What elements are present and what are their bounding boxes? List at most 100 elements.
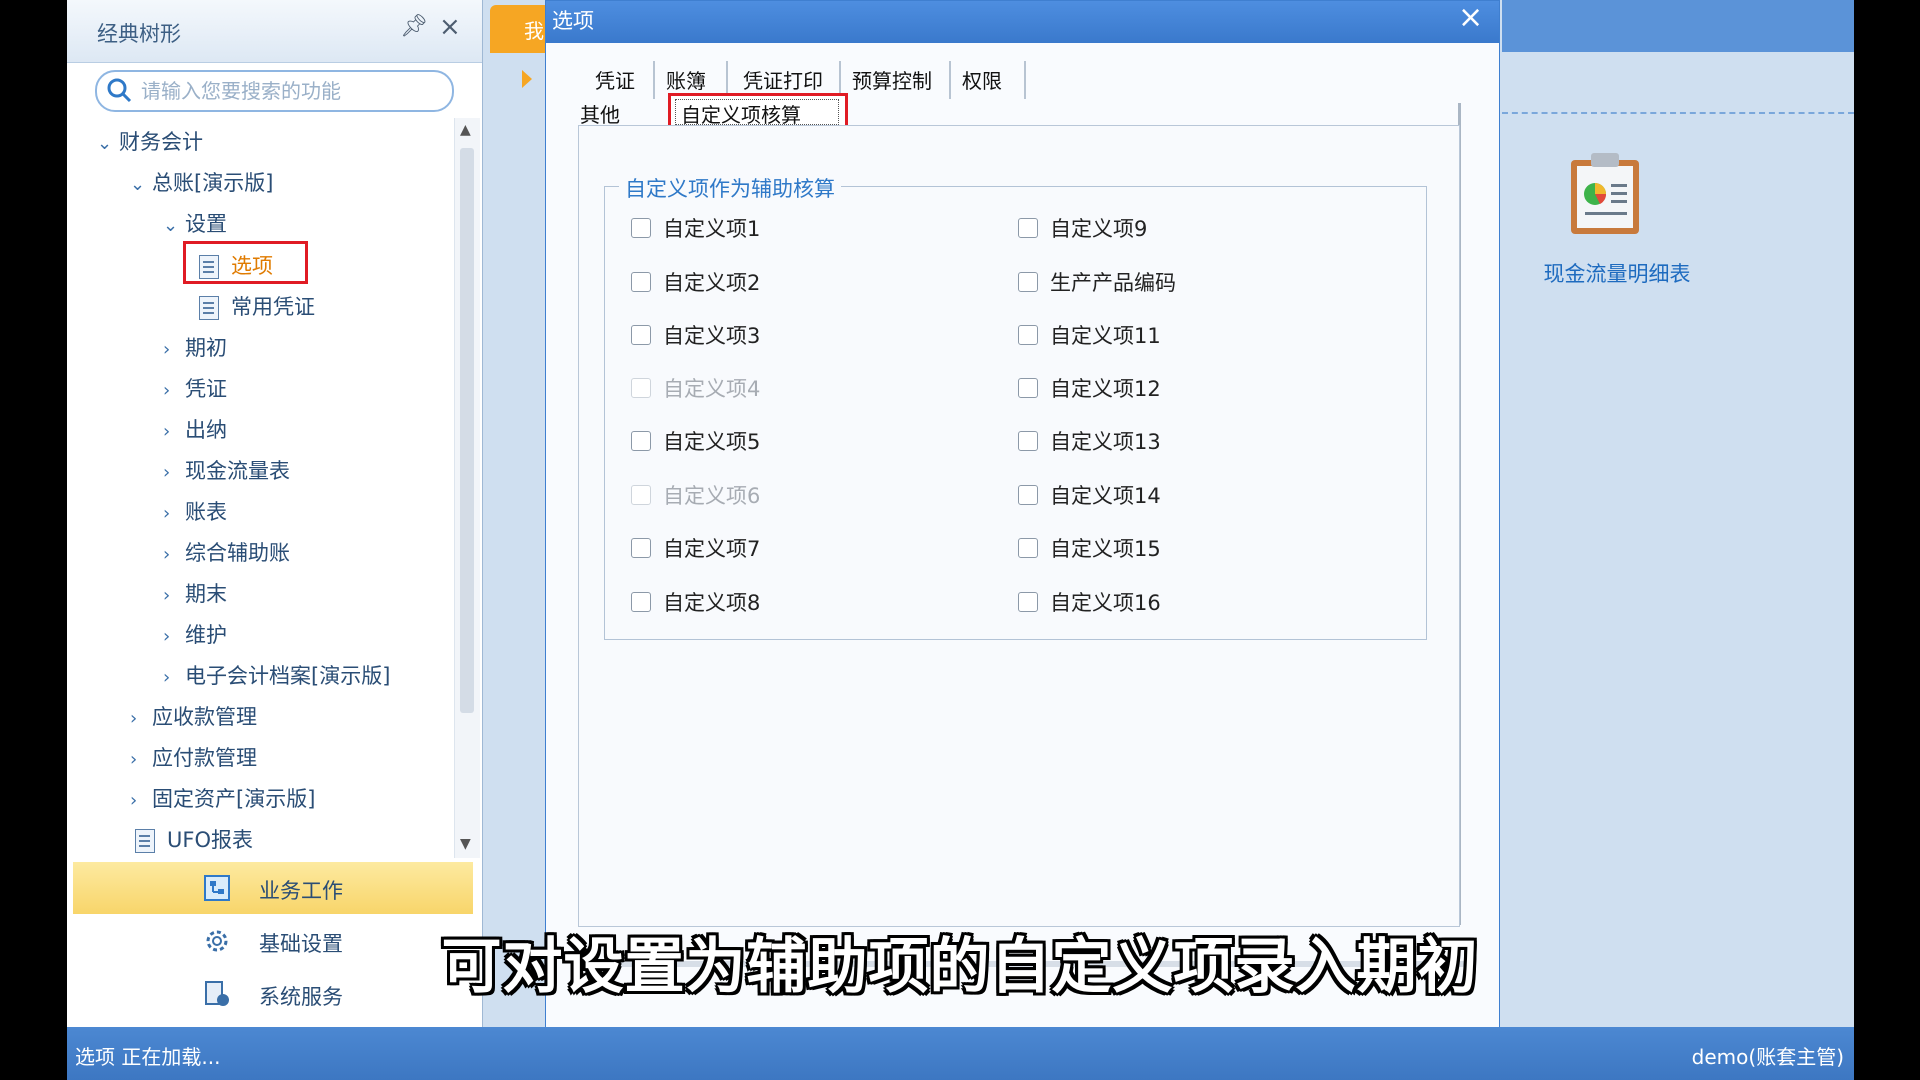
- tree-item-common-voucher[interactable]: 常用凭证: [199, 291, 315, 327]
- search-icon: [107, 78, 132, 103]
- checkbox-item[interactable]: 自定义项8: [631, 587, 760, 617]
- pin-icon[interactable]: 📌︎: [400, 14, 428, 39]
- checkbox[interactable]: [631, 325, 651, 345]
- tree-item-receivables[interactable]: › 应收款管理: [130, 701, 257, 737]
- cashflow-detail-shortcut[interactable]: 现金流量明细表: [1517, 150, 1717, 290]
- checkbox-item[interactable]: 自定义项12: [1018, 373, 1161, 403]
- checkbox[interactable]: [1018, 218, 1038, 238]
- checkbox-label: 生产产品编码: [1050, 271, 1176, 295]
- chevron-right-icon[interactable]: ›: [163, 380, 185, 401]
- chevron-right-icon[interactable]: ›: [163, 667, 185, 688]
- checkbox[interactable]: [1018, 592, 1038, 612]
- tree-item-gl[interactable]: ⌄ 总账[演示版]: [130, 167, 273, 203]
- tab-voucher-print[interactable]: 凭证打印: [743, 65, 823, 95]
- tree-item-e-archive[interactable]: › 电子会计档案[演示版]: [163, 660, 390, 696]
- search-box[interactable]: [95, 70, 454, 112]
- tab-budget-control[interactable]: 预算控制: [852, 65, 932, 95]
- chevron-right-icon[interactable]: ›: [163, 503, 185, 524]
- tree-item-maintenance[interactable]: › 维护: [163, 619, 227, 655]
- checkbox[interactable]: [631, 218, 651, 238]
- tab-separator: [653, 61, 655, 99]
- chevron-right-icon[interactable]: ›: [130, 708, 152, 729]
- chevron-right-icon[interactable]: ›: [163, 626, 185, 647]
- checkbox-item[interactable]: 自定义项3: [631, 320, 760, 350]
- checkbox-label: 自定义项3: [663, 324, 761, 348]
- checkbox[interactable]: [631, 592, 651, 612]
- tree-item-period-end[interactable]: › 期末: [163, 578, 227, 614]
- checkbox-item[interactable]: 自定义项1: [631, 213, 760, 243]
- checkbox[interactable]: [1018, 538, 1038, 558]
- checkbox-item[interactable]: 自定义项9: [1018, 213, 1147, 243]
- search-input[interactable]: [139, 75, 443, 107]
- checkbox[interactable]: [631, 538, 651, 558]
- chevron-right-icon[interactable]: ›: [163, 339, 185, 360]
- chevron-right-icon[interactable]: ›: [163, 421, 185, 442]
- tree-item-payables[interactable]: › 应付款管理: [130, 742, 257, 778]
- checkbox-item[interactable]: 自定义项5: [631, 426, 760, 456]
- checkbox-item[interactable]: 自定义项14: [1018, 480, 1161, 510]
- checkbox[interactable]: [1018, 272, 1038, 292]
- checkbox-item[interactable]: 自定义项15: [1018, 533, 1161, 563]
- checkbox-item[interactable]: 生产产品编码: [1018, 267, 1176, 297]
- tree-scrollbar[interactable]: ▲ ▼: [454, 118, 480, 858]
- chevron-down-icon[interactable]: ⌄: [97, 133, 119, 154]
- close-icon[interactable]: ×: [1458, 3, 1483, 33]
- chevron-right-icon[interactable]: ›: [163, 585, 185, 606]
- checkbox-label: 自定义项12: [1050, 377, 1161, 401]
- tab-ledger[interactable]: 账簿: [666, 65, 706, 95]
- close-icon[interactable]: ×: [439, 14, 461, 40]
- scroll-up-icon[interactable]: ▲: [460, 122, 471, 138]
- tree-item-fixed-assets[interactable]: › 固定资产[演示版]: [130, 783, 315, 819]
- tree-item-ufo[interactable]: UFO报表: [135, 824, 253, 860]
- tree-item-label: 账表: [185, 500, 227, 524]
- tab-voucher[interactable]: 凭证: [595, 65, 635, 95]
- dialog-titlebar[interactable]: 选项 ×: [546, 1, 1499, 43]
- chevron-right-icon[interactable]: ›: [130, 790, 152, 811]
- workspace-tab[interactable]: 我: [490, 5, 550, 53]
- chevron-right-icon[interactable]: ›: [163, 462, 185, 483]
- tab-separator: [949, 61, 951, 99]
- checkbox-item[interactable]: 自定义项7: [631, 533, 760, 563]
- nav-business-work[interactable]: 业务工作: [73, 862, 473, 914]
- checkbox-label: 自定义项15: [1050, 537, 1161, 561]
- checkbox-item[interactable]: 自定义项11: [1018, 320, 1161, 350]
- tree-item-aux-ledger[interactable]: › 综合辅助账: [163, 537, 290, 573]
- checkbox[interactable]: [1018, 485, 1038, 505]
- tree-item-voucher[interactable]: › 凭证: [163, 373, 227, 409]
- scroll-down-icon[interactable]: ▼: [460, 836, 471, 852]
- checkbox-label: 自定义项1: [663, 217, 761, 241]
- checkbox-label: 自定义项9: [1050, 217, 1148, 241]
- workspace-divider: [1502, 112, 1854, 114]
- document-icon: [135, 829, 155, 853]
- tab-permissions[interactable]: 权限: [962, 65, 1002, 95]
- tree-item-options[interactable]: 选项: [199, 250, 273, 286]
- checkbox[interactable]: [1018, 378, 1038, 398]
- tree-item-opening[interactable]: › 期初: [163, 332, 227, 368]
- checkbox[interactable]: [1018, 431, 1038, 451]
- tree-item-settings[interactable]: ⌄ 设置: [163, 208, 227, 244]
- tree-item-label: 设置: [185, 212, 227, 236]
- chevron-right-icon[interactable]: ›: [130, 749, 152, 770]
- checkbox-item[interactable]: 自定义项16: [1018, 587, 1161, 617]
- tree-item-label: 凭证: [185, 377, 227, 401]
- left-tree-panel: 经典树形 📌︎ × ⌄财务会计 ⌄总账[演示版] ⌄设置 选项: [67, 0, 483, 1027]
- checkbox-label: 自定义项4: [663, 377, 761, 401]
- tree-item-label: 现金流量表: [185, 459, 290, 483]
- checkbox-label: 自定义项11: [1050, 324, 1161, 348]
- checkbox-item[interactable]: 自定义项2: [631, 267, 760, 297]
- chevron-down-icon[interactable]: ⌄: [163, 215, 185, 236]
- tree-item-reports[interactable]: › 账表: [163, 496, 227, 532]
- checkbox[interactable]: [631, 431, 651, 451]
- play-arrow-icon: [522, 70, 532, 88]
- chevron-down-icon[interactable]: ⌄: [130, 174, 152, 195]
- checkbox[interactable]: [631, 272, 651, 292]
- tree-item-cashier[interactable]: › 出纳: [163, 414, 227, 450]
- chevron-right-icon[interactable]: ›: [163, 544, 185, 565]
- checkbox-item[interactable]: 自定义项13: [1018, 426, 1161, 456]
- tree-item-label: 总账[演示版]: [152, 171, 274, 195]
- tree-item-label: 固定资产[演示版]: [152, 787, 316, 811]
- tree-item-cashflow[interactable]: › 现金流量表: [163, 455, 290, 491]
- checkbox[interactable]: [1018, 325, 1038, 345]
- tree-item-finance[interactable]: ⌄ 财务会计: [97, 126, 203, 162]
- scroll-thumb[interactable]: [460, 148, 474, 713]
